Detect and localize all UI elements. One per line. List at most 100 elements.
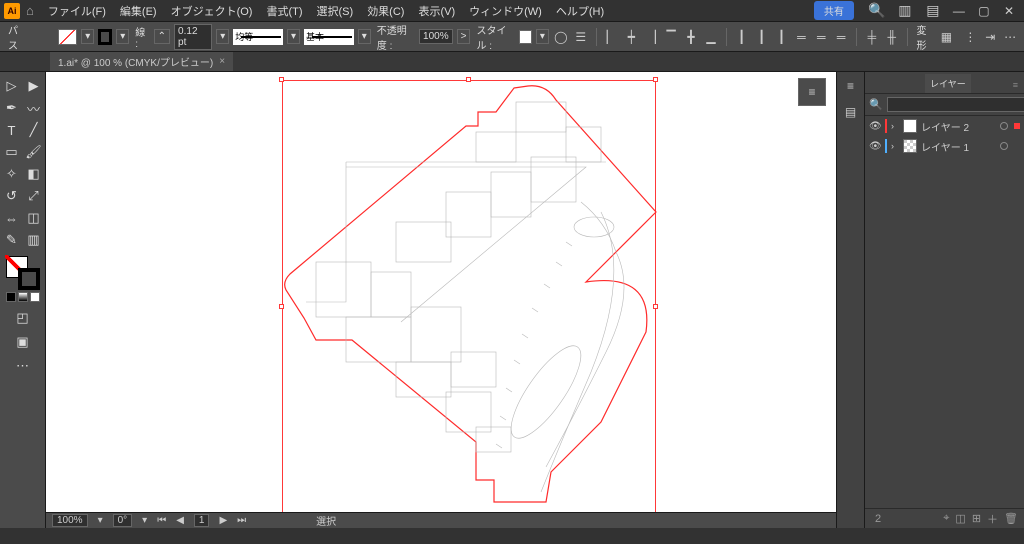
fill-stroke-control[interactable]	[6, 256, 40, 290]
menu-type[interactable]: 書式(T)	[260, 1, 308, 21]
contextual-taskbar-icon[interactable]: ≡	[798, 78, 826, 106]
target-icon[interactable]	[1000, 122, 1008, 130]
gradient-tool-icon[interactable]: ▥	[24, 230, 44, 250]
align-left-icon[interactable]: ▏	[603, 27, 619, 47]
isolate-icon[interactable]: ▦	[938, 27, 954, 47]
fill-swatch[interactable]	[58, 29, 78, 45]
locate-object-icon[interactable]: ⌖	[943, 512, 949, 525]
dist-v3-icon[interactable]: ═	[833, 27, 849, 47]
brush-tool-icon[interactable]: 🖌	[24, 142, 44, 162]
new-sublayer-icon[interactable]: ⊞	[972, 512, 981, 525]
expand-icon[interactable]: ›	[891, 141, 899, 151]
delete-layer-icon[interactable]: 🗑	[1004, 512, 1018, 525]
rotate-tool-icon[interactable]: ↺	[2, 186, 22, 206]
color-mode-none-icon[interactable]	[30, 292, 40, 302]
dist-v2-icon[interactable]: ═	[813, 27, 829, 47]
home-icon[interactable]: ⌂	[26, 3, 34, 18]
visibility-toggle-icon[interactable]: 👁	[869, 121, 881, 132]
maximize-icon[interactable]: ▢	[973, 4, 995, 18]
width-tool-icon[interactable]: ⇔	[2, 208, 22, 228]
menu-edit[interactable]: 編集(E)	[114, 1, 163, 21]
close-icon[interactable]: ✕	[998, 4, 1020, 18]
layers-search-input[interactable]	[887, 97, 1024, 112]
angle-dropdown-icon[interactable]: ▾	[142, 515, 147, 526]
line-tool-icon[interactable]: ╱	[24, 120, 44, 140]
target-icon[interactable]	[1000, 142, 1008, 150]
type-tool-icon[interactable]: T	[2, 120, 22, 140]
angle-field[interactable]: 0°	[113, 514, 133, 527]
site-boundary-path[interactable]	[285, 86, 656, 502]
artboard-nav-last-icon[interactable]: ⏭	[237, 515, 246, 526]
dist-h1-icon[interactable]: ┃	[734, 27, 750, 47]
scale-tool-icon[interactable]: ⤢	[24, 186, 44, 206]
profile-uniform-dropdown-icon[interactable]: ▾	[287, 29, 300, 44]
menu-file[interactable]: ファイル(F)	[42, 1, 112, 21]
menu-object[interactable]: オブジェクト(O)	[165, 1, 259, 21]
align-right-icon[interactable]: ▕	[643, 27, 659, 47]
artboard-nav-first-icon[interactable]: ⏮	[157, 515, 166, 526]
ctrl-gear-icon[interactable]: ⋮	[962, 27, 978, 47]
align-top-icon[interactable]: ▔	[663, 27, 679, 47]
curvature-tool-icon[interactable]: 〰	[24, 98, 44, 118]
artboard-field[interactable]: 1	[194, 514, 210, 527]
menu-effect[interactable]: 効果(C)	[361, 1, 410, 21]
dist-sp2-icon[interactable]: ╫	[884, 27, 900, 47]
layer-name[interactable]: レイヤー 2	[921, 119, 969, 134]
stroke-weight-dropdown-icon[interactable]: ▾	[216, 29, 229, 44]
direct-selection-tool-icon[interactable]: ▶	[24, 76, 44, 96]
stroke-profile-uniform[interactable]: 均等	[233, 29, 283, 45]
layers-tab-active[interactable]: レイヤー	[925, 74, 971, 93]
dist-v1-icon[interactable]: ═	[793, 27, 809, 47]
layer-row[interactable]: 👁 › レイヤー 1	[865, 136, 1024, 156]
workspace-icon[interactable]: ▤	[923, 2, 943, 19]
document-tab[interactable]: 1.ai* @ 100 % (CMYK/プレビュー) ×	[50, 52, 233, 71]
layers-panel-menu-icon[interactable]: ≡	[1008, 77, 1024, 93]
align-bottom-icon[interactable]: ▁	[703, 27, 719, 47]
dist-sp1-icon[interactable]: ╪	[864, 27, 880, 47]
align-hcenter-icon[interactable]: ┿	[623, 27, 639, 47]
zoom-dropdown-icon[interactable]: ▾	[98, 515, 103, 526]
draw-mode-icon[interactable]: ◰	[13, 308, 33, 328]
new-layer-icon[interactable]: ＋	[987, 511, 998, 527]
canvas[interactable]: ≡	[46, 72, 836, 512]
fill-dropdown-icon[interactable]: ▾	[81, 29, 94, 44]
dist-h2-icon[interactable]: ┃	[754, 27, 770, 47]
menu-window[interactable]: ウィンドウ(W)	[463, 1, 548, 21]
stroke-profile-basic[interactable]: 基本	[304, 29, 354, 45]
tab-close-icon[interactable]: ×	[219, 56, 225, 67]
eraser-tool-icon[interactable]: ◧	[24, 164, 44, 184]
shaper-tool-icon[interactable]: ✧	[2, 164, 22, 184]
opacity-dropdown-icon[interactable]: >	[457, 29, 471, 44]
color-mode-gradient-icon[interactable]	[18, 292, 28, 302]
style-dropdown-icon[interactable]: ▾	[536, 29, 549, 44]
artboard-nav-prev-icon[interactable]: ◀	[176, 515, 184, 526]
dist-h3-icon[interactable]: ┃	[774, 27, 790, 47]
menu-select[interactable]: 選択(S)	[311, 1, 360, 21]
properties-panel-icon[interactable]: ≡	[841, 76, 861, 96]
rectangle-tool-icon[interactable]: ▭	[2, 142, 22, 162]
free-transform-tool-icon[interactable]: ◫	[24, 208, 44, 228]
expand-icon[interactable]: ›	[891, 121, 899, 131]
eyedropper-tool-icon[interactable]: ✎	[2, 230, 22, 250]
align-panel-icon[interactable]: ☰	[573, 27, 589, 47]
layer-name[interactable]: レイヤー 1	[921, 139, 969, 154]
stroke-swatch[interactable]	[98, 29, 112, 45]
layers-tab-inactive[interactable]	[865, 87, 925, 93]
menu-view[interactable]: 表示(V)	[412, 1, 461, 21]
style-swatch[interactable]	[519, 30, 532, 44]
arrange-icon[interactable]: ▥	[895, 2, 915, 19]
edit-toolbar-icon[interactable]: ⋯	[13, 356, 33, 376]
zoom-field[interactable]: 100%	[52, 514, 88, 527]
align-vcenter-icon[interactable]: ╋	[683, 27, 699, 47]
stroke-weight-field[interactable]: 0.12 pt	[174, 24, 212, 50]
opacity-field[interactable]: 100%	[419, 29, 453, 44]
stroke-decrement-icon[interactable]: ⌃	[154, 29, 170, 44]
search-icon[interactable]: 🔍	[867, 2, 887, 19]
color-mode-solid-icon[interactable]	[6, 292, 16, 302]
ctrl-pref-icon[interactable]: ⇥	[982, 27, 998, 47]
libraries-panel-icon[interactable]: ▤	[841, 102, 861, 122]
visibility-toggle-icon[interactable]: 👁	[869, 141, 881, 152]
pen-tool-icon[interactable]: ✒	[2, 98, 22, 118]
artboard-nav-next-icon[interactable]: ▶	[219, 515, 227, 526]
screen-mode-icon[interactable]: ▣	[13, 332, 33, 352]
